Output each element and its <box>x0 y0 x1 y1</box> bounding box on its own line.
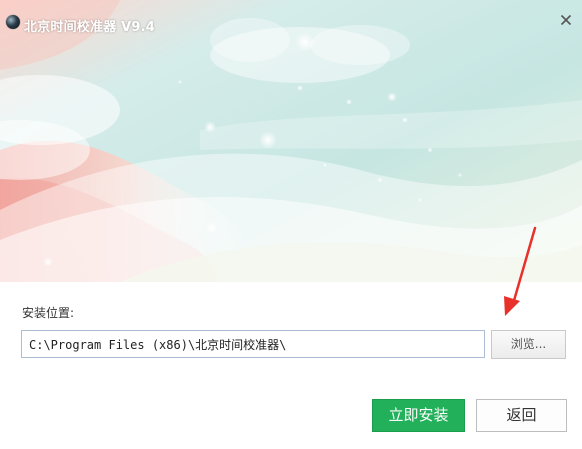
title-bar: 北京时间校准器 V9.4 <box>0 0 582 35</box>
globe-icon <box>6 15 20 29</box>
close-button[interactable] <box>556 10 576 30</box>
installer-window: 北京时间校准器 V9.4 安装位置: 浏览... 立即安装 返回 <box>0 0 582 449</box>
banner-image: 北京时间校准器 V9.4 <box>0 0 582 282</box>
back-button[interactable]: 返回 <box>476 399 567 432</box>
install-path-input[interactable] <box>21 330 485 358</box>
close-icon <box>560 14 572 26</box>
browse-button[interactable]: 浏览... <box>491 330 566 359</box>
window-title: 北京时间校准器 V9.4 <box>24 20 156 35</box>
install-now-button[interactable]: 立即安装 <box>372 399 465 432</box>
banner-artwork <box>0 0 582 282</box>
install-location-label: 安装位置: <box>22 306 75 320</box>
